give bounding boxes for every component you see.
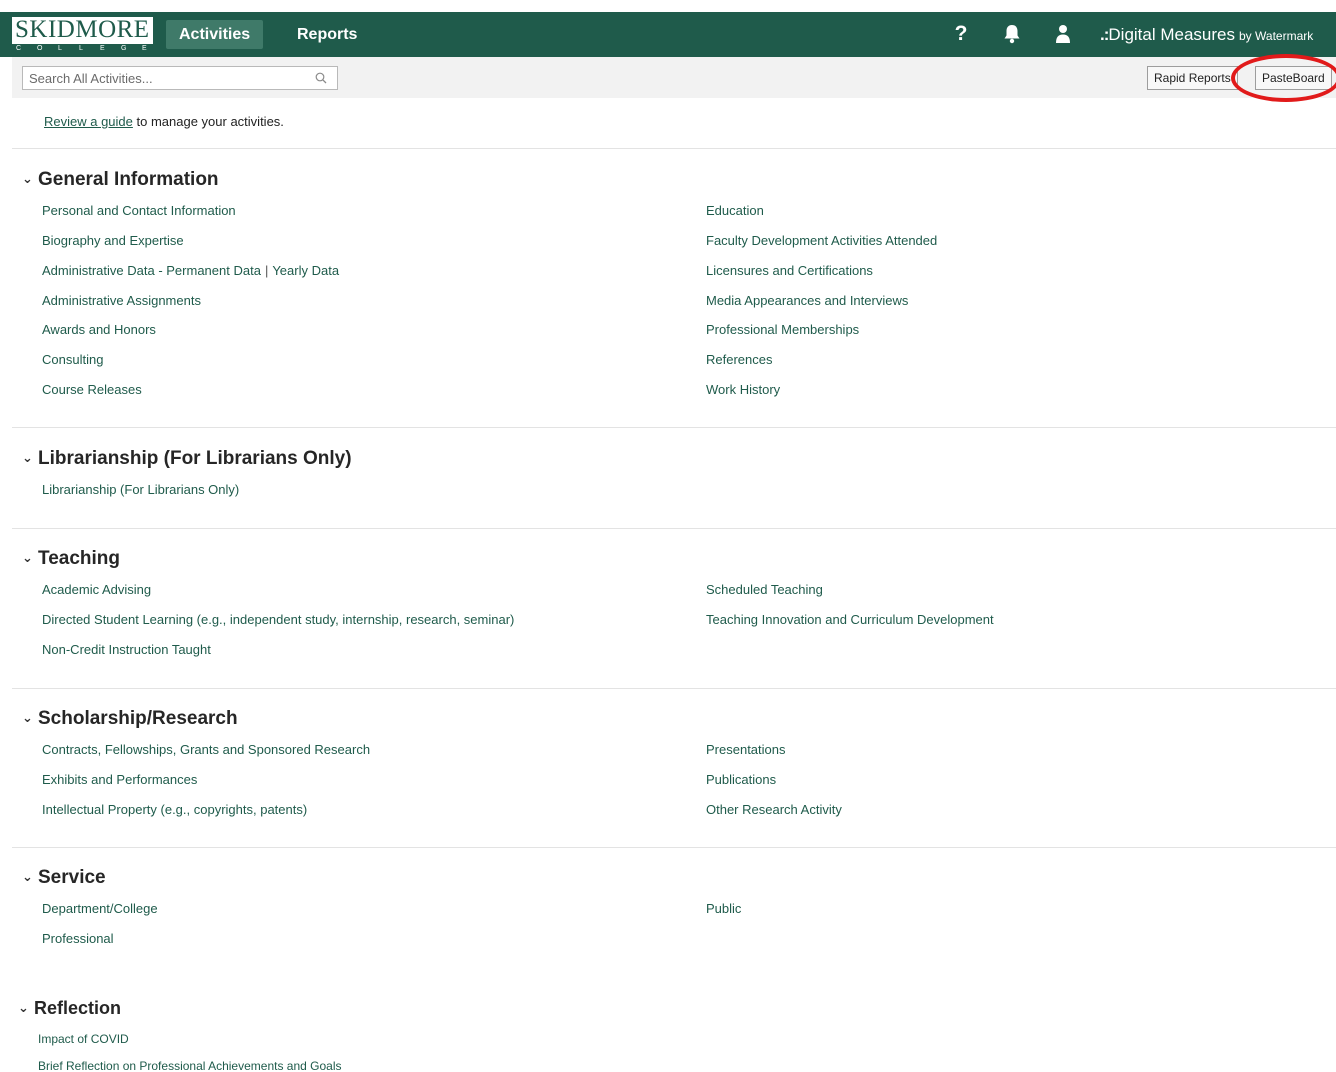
chevron-down-icon: ⌄ xyxy=(22,869,33,884)
link-contracts-grants[interactable]: Contracts, Fellowships, Grants and Spons… xyxy=(42,742,370,758)
chevron-down-icon: ⌄ xyxy=(22,171,33,186)
link-intellectual-property[interactable]: Intellectual Property (e.g., copyrights,… xyxy=(42,802,307,818)
link-impact-covid[interactable]: Impact of COVID xyxy=(38,1031,129,1047)
link-licensures[interactable]: Licensures and Certifications xyxy=(706,263,873,279)
logo-letter: E xyxy=(142,45,147,52)
section-general-information[interactable]: ⌄ General Information xyxy=(22,168,219,191)
brand-by: by Watermark xyxy=(1239,29,1314,43)
link-administrative-assignments[interactable]: Administrative Assignments xyxy=(42,293,201,309)
guide-message: Review a guide to manage your activities… xyxy=(44,114,284,129)
link-work-history[interactable]: Work History xyxy=(706,382,780,398)
link-consulting[interactable]: Consulting xyxy=(42,352,103,368)
brand-name: Digital Measures xyxy=(1108,25,1235,44)
link-other-research[interactable]: Other Research Activity xyxy=(706,802,842,818)
link-professional-memberships[interactable]: Professional Memberships xyxy=(706,322,859,338)
section-title: Scholarship/Research xyxy=(38,708,238,729)
bell-icon[interactable] xyxy=(999,21,1025,47)
chevron-down-icon: ⌄ xyxy=(18,1000,29,1015)
link-exhibits-performances[interactable]: Exhibits and Performances xyxy=(42,772,197,788)
link-scheduled-teaching[interactable]: Scheduled Teaching xyxy=(706,582,823,598)
section-title: General Information xyxy=(38,169,219,190)
separator: | xyxy=(264,263,269,278)
chevron-down-icon: ⌄ xyxy=(22,550,33,565)
section-librarianship[interactable]: ⌄ Librarianship (For Librarians Only) xyxy=(22,447,352,470)
digital-measures-brand: .:Digital Measures by Watermark xyxy=(1100,23,1313,47)
link-references[interactable]: References xyxy=(706,352,772,368)
link-awards-honors[interactable]: Awards and Honors xyxy=(42,322,156,338)
rapid-reports-button[interactable]: Rapid Reports xyxy=(1147,66,1238,90)
link-faculty-development[interactable]: Faculty Development Activities Attended xyxy=(706,233,937,249)
top-header: SKIDMORE C O L L E G E Activities Report… xyxy=(0,12,1336,57)
link-biography[interactable]: Biography and Expertise xyxy=(42,233,184,249)
link-brief-reflection[interactable]: Brief Reflection on Professional Achieve… xyxy=(38,1058,342,1072)
link-non-credit-instruction[interactable]: Non-Credit Instruction Taught xyxy=(42,642,211,658)
section-reflection[interactable]: ⌄ Reflection xyxy=(18,997,121,1019)
divider xyxy=(12,688,1336,689)
link-librarianship[interactable]: Librarianship (For Librarians Only) xyxy=(42,482,239,498)
logo-letter: O xyxy=(37,45,43,52)
section-service[interactable]: ⌄ Service xyxy=(22,866,106,889)
divider xyxy=(12,528,1336,529)
user-icon[interactable] xyxy=(1050,21,1076,47)
logo-letter: G xyxy=(121,45,127,52)
section-title: Reflection xyxy=(34,998,122,1018)
link-teaching-innovation[interactable]: Teaching Innovation and Curriculum Devel… xyxy=(706,612,994,628)
section-teaching[interactable]: ⌄ Teaching xyxy=(22,547,120,570)
divider xyxy=(12,427,1336,428)
tab-activities[interactable]: Activities xyxy=(166,20,264,49)
section-title: Service xyxy=(38,867,106,888)
link-yearly-data[interactable]: Yearly Data xyxy=(272,263,339,278)
logo-letter: L xyxy=(58,45,62,52)
link-personal-contact[interactable]: Personal and Contact Information xyxy=(42,203,236,219)
divider xyxy=(12,847,1336,848)
link-administrative-data: Administrative Data - Permanent Data | Yea… xyxy=(42,263,339,279)
logo-subtitle: C O L L E G E xyxy=(12,44,153,53)
review-guide-link[interactable]: Review a guide xyxy=(44,114,133,129)
link-media-appearances[interactable]: Media Appearances and Interviews xyxy=(706,293,908,309)
link-directed-student-learning[interactable]: Directed Student Learning (e.g., indepen… xyxy=(42,612,514,628)
search-box xyxy=(22,66,338,90)
chevron-down-icon: ⌄ xyxy=(22,710,33,725)
section-title: Librarianship (For Librarians Only) xyxy=(38,448,352,469)
link-education[interactable]: Education xyxy=(706,203,764,219)
activities-toolbar: Rapid Reports PasteBoard xyxy=(12,57,1336,98)
chevron-down-icon: ⌄ xyxy=(22,450,33,465)
link-professional-service[interactable]: Professional xyxy=(42,931,114,947)
section-scholarship-research[interactable]: ⌄ Scholarship/Research xyxy=(22,707,238,730)
question-icon[interactable]: ? xyxy=(948,21,974,47)
link-public-service[interactable]: Public xyxy=(706,901,741,917)
logo-letter: E xyxy=(100,45,105,52)
link-permanent-data[interactable]: Administrative Data - Permanent Data xyxy=(42,263,261,278)
skidmore-logo[interactable]: SKIDMORE C O L L E G E xyxy=(12,17,153,53)
logo-wordmark: SKIDMORE xyxy=(15,17,150,43)
link-department-college[interactable]: Department/College xyxy=(42,901,158,917)
logo-letter: C xyxy=(16,45,22,52)
search-icon[interactable] xyxy=(315,72,327,84)
guide-text: to manage your activities. xyxy=(132,114,284,129)
divider xyxy=(12,148,1336,149)
search-input[interactable] xyxy=(23,67,308,89)
link-presentations[interactable]: Presentations xyxy=(706,742,786,758)
link-course-releases[interactable]: Course Releases xyxy=(42,382,142,398)
link-publications[interactable]: Publications xyxy=(706,772,776,788)
tab-reports[interactable]: Reports xyxy=(284,20,370,49)
link-academic-advising[interactable]: Academic Advising xyxy=(42,582,151,598)
logo-letter: L xyxy=(79,45,83,52)
pasteboard-button[interactable]: PasteBoard xyxy=(1255,66,1332,90)
section-title: Teaching xyxy=(38,548,120,569)
